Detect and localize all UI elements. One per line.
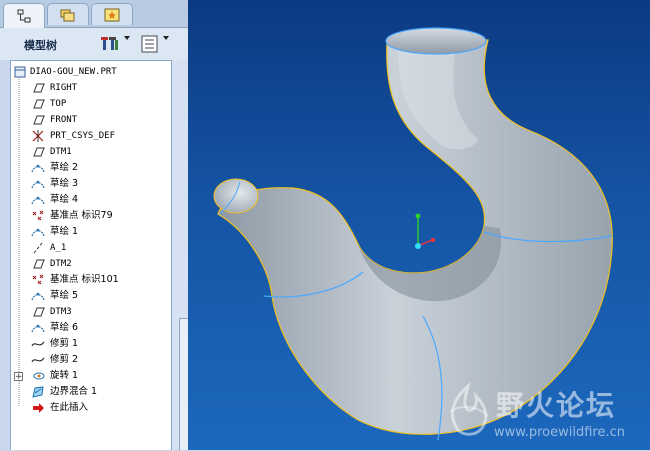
tree-item-草绘-5[interactable]: 草绘 5 [11, 288, 171, 304]
tree-item-label: 在此插入 [50, 402, 89, 413]
tree-item-label: FRONT [50, 115, 78, 125]
tree-item-label: 草绘 3 [50, 178, 79, 189]
tree-item-修剪-2[interactable]: 修剪 2 [11, 352, 171, 368]
trim-curve-icon [31, 357, 45, 363]
coordinate-system-icon [32, 130, 44, 142]
tree-item-label: 草绘 4 [50, 194, 79, 205]
expand-toggle-icon[interactable]: + [14, 372, 23, 382]
tree-item-label: TOP [50, 99, 67, 109]
settings-dropdown-caret-icon[interactable] [124, 36, 130, 40]
flame-logo-icon [449, 382, 489, 436]
datum-plane-icon [33, 147, 45, 157]
sketch-icon [31, 228, 45, 237]
tree-item-旋转-1[interactable]: + 旋转 1 [11, 368, 171, 384]
panel-scrollbar-thumb[interactable] [179, 318, 188, 450]
tree-root-item[interactable]: DIAO-GOU_NEW.PRT [11, 64, 171, 80]
tree-item-label: RIGHT [50, 83, 78, 93]
tree-item-基准点-标识101[interactable]: 基准点 标识101 [11, 272, 171, 288]
tree-item-label: 旋转 1 [50, 370, 79, 381]
sketch-icon [31, 196, 45, 205]
tree-item-prt-csys-def[interactable]: PRT_CSYS_DEF [11, 128, 171, 144]
datum-plane-icon [33, 307, 45, 317]
revolve-icon [33, 372, 45, 380]
watermark-title: 野火论坛 [496, 389, 617, 422]
part-icon [14, 66, 26, 78]
graphics-viewport[interactable]: 野火论坛 www.proewildfire.cn [188, 0, 650, 450]
tree-item-label: PRT_CSYS_DEF [50, 131, 116, 141]
sketch-icon [31, 164, 45, 173]
tree-item-草绘-3[interactable]: 草绘 3 [11, 176, 171, 192]
model-tree: DIAO-GOU_NEW.PRT RIGHT TOP FRONT PRT_CSYS_D… [10, 60, 172, 450]
tree-item-边界混合-1[interactable]: 边界混合 1 [11, 384, 171, 400]
tree-item-label: 修剪 2 [50, 354, 79, 365]
boundary-blend-icon [32, 386, 44, 398]
datum-plane-icon [33, 99, 45, 109]
tree-item-front[interactable]: FRONT [11, 112, 171, 128]
tree-item-草绘-1[interactable]: 草绘 1 [11, 224, 171, 240]
tree-item-label: 草绘 1 [50, 226, 79, 237]
tree-item-dtm1[interactable]: DTM1 [11, 144, 171, 160]
tree-item-dtm2[interactable]: DTM2 [11, 256, 171, 272]
tree-item-right[interactable]: RIGHT [11, 80, 171, 96]
sketch-icon [31, 292, 45, 301]
trim-curve-icon [31, 341, 45, 347]
sketch-icon [31, 180, 45, 189]
folder-browser-tab[interactable] [47, 3, 89, 25]
tree-item-在此插入[interactable]: 在此插入 [11, 400, 171, 416]
view-triad-icon [415, 213, 435, 249]
datum-plane-icon [33, 115, 45, 125]
tree-root-label: DIAO-GOU_NEW.PRT [30, 67, 117, 77]
tree-item-a-1[interactable]: A_1 [11, 240, 171, 256]
tree-item-label: 基准点 标识101 [50, 274, 119, 285]
tree-item-label: 基准点 标识79 [50, 210, 113, 221]
show-list-icon[interactable] [140, 34, 160, 54]
model-tree-title: 模型树 [24, 39, 57, 52]
tree-item-label: 草绘 2 [50, 162, 79, 173]
tree-item-label: DTM3 [50, 307, 72, 317]
tree-item-label: 草绘 5 [50, 290, 79, 301]
model-tree-icon [17, 9, 31, 23]
tree-item-草绘-4[interactable]: 草绘 4 [11, 192, 171, 208]
forum-watermark: 野火论坛 www.proewildfire.cn [438, 380, 650, 450]
tree-item-label: 草绘 6 [50, 322, 79, 333]
watermark-url: www.proewildfire.cn [494, 425, 625, 440]
sketch-icon [31, 324, 45, 333]
favorites-tab[interactable] [91, 3, 133, 25]
shank-top-opening [385, 27, 487, 55]
tree-item-label: DTM2 [50, 259, 72, 269]
datum-axis-icon [33, 242, 43, 254]
show-dropdown-caret-icon[interactable] [163, 36, 169, 40]
tree-item-top[interactable]: TOP [11, 96, 171, 112]
datum-point-icon [32, 210, 44, 221]
datum-plane-icon [33, 83, 45, 93]
settings-tools-icon[interactable] [100, 34, 122, 54]
navigator-tab-bar [0, 0, 188, 28]
tree-item-草绘-6[interactable]: 草绘 6 [11, 320, 171, 336]
tree-item-label: DTM1 [50, 147, 72, 157]
hook-tip-end [213, 178, 259, 214]
favorites-icon [104, 8, 120, 21]
datum-point-icon [32, 274, 44, 285]
insert-here-arrow-icon [33, 403, 44, 413]
tree-item-dtm3[interactable]: DTM3 [11, 304, 171, 320]
model-tree-header: 模型树 [0, 28, 188, 60]
tree-item-label: 边界混合 1 [50, 386, 98, 397]
model-tree-tab[interactable] [3, 3, 45, 28]
datum-plane-icon [33, 259, 45, 269]
folder-browser-icon [60, 9, 75, 21]
tree-item-草绘-2[interactable]: 草绘 2 [11, 160, 171, 176]
model-tree-panel: 模型树 DIAO-GOU_NEW.PRT RIGHT TOP FRONT PRT… [0, 0, 188, 450]
tree-item-label: 修剪 1 [50, 338, 79, 349]
tree-item-修剪-1[interactable]: 修剪 1 [11, 336, 171, 352]
tree-item-基准点-标识79[interactable]: 基准点 标识79 [11, 208, 171, 224]
tree-item-label: A_1 [50, 243, 67, 253]
